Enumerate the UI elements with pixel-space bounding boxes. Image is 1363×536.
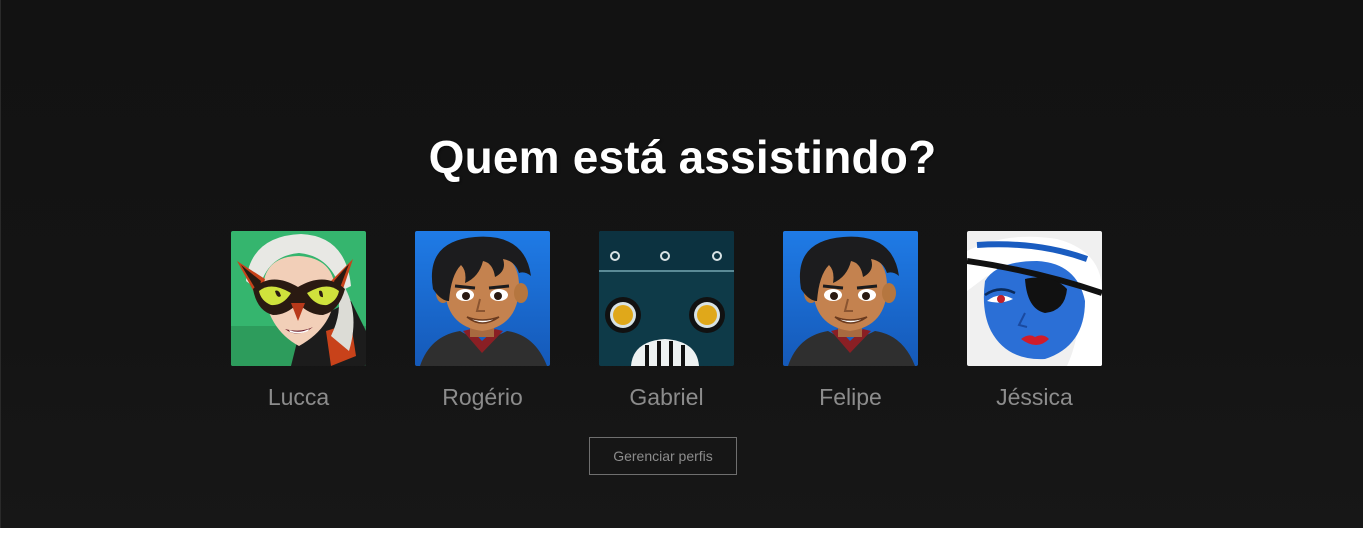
profile-jessica[interactable]: Jéssica [967, 231, 1102, 410]
profile-rogerio[interactable]: Rogério [415, 231, 550, 410]
profile-lucca[interactable]: Lucca [231, 231, 366, 410]
manage-profiles-button[interactable]: Gerenciar perfis [589, 437, 737, 475]
profile-name[interactable]: Felipe [743, 384, 958, 411]
profile-name[interactable]: Gabriel [559, 384, 774, 411]
profile-name[interactable]: Lucca [191, 384, 406, 411]
profile-name[interactable]: Rogério [375, 384, 590, 411]
profile-name[interactable]: Jéssica [927, 384, 1142, 411]
eyepatch-woman-avatar-icon[interactable] [967, 231, 1102, 366]
dark-haired-boy-avatar-icon[interactable] [783, 231, 918, 366]
cat-mask-woman-avatar-icon[interactable] [231, 231, 366, 366]
page-title: Quem está assistindo? [428, 131, 937, 183]
profile-felipe[interactable]: Felipe [783, 231, 918, 410]
profile-gate-screen: Quem está assistindo? Lucca Rogério Gabr… [0, 0, 1363, 528]
robot-avatar-icon[interactable] [599, 231, 734, 366]
dark-haired-boy-avatar-icon[interactable] [415, 231, 550, 366]
profile-gabriel[interactable]: Gabriel [599, 231, 734, 410]
